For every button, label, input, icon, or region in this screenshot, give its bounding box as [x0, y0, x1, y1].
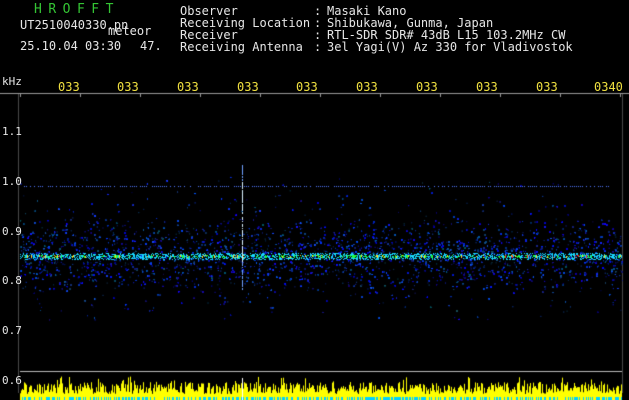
time-tick-label: 033 — [296, 80, 318, 94]
info-colon: : — [314, 40, 322, 54]
time-tick-label: 033 — [536, 80, 558, 94]
time-tick-label: 033 — [177, 80, 199, 94]
meteor-count: 47. — [140, 39, 162, 53]
time-tick-label: 0340 — [594, 80, 623, 94]
y-tick-label: 1.0 — [2, 175, 22, 188]
hrofft-window: HROFFT UT2510040330.pn meteor 25.10.04 0… — [0, 0, 629, 400]
time-tick-label: 033 — [117, 80, 139, 94]
time-tick-label: 033 — [237, 80, 259, 94]
info-label-antenna: Receiving Antenna — [180, 40, 303, 54]
y-tick-label: 0.9 — [2, 225, 22, 238]
time-tick-label: 033 — [356, 80, 378, 94]
y-axis-unit: kHz — [2, 75, 22, 88]
time-tick-label: 033 — [416, 80, 438, 94]
spectrogram-display — [0, 0, 629, 400]
time-tick-label: 033 — [476, 80, 498, 94]
y-tick-label: 1.1 — [2, 125, 22, 138]
y-tick-label: 0.6 — [2, 374, 22, 387]
mode-label: meteor — [108, 24, 152, 38]
y-tick-label: 0.7 — [2, 324, 22, 337]
info-value-antenna: 3el Yagi(V) Az 330 for Vladivostok — [327, 40, 573, 54]
app-title: HROFFT — [34, 2, 120, 17]
time-tick-label: 033 — [58, 80, 80, 94]
y-tick-label: 0.8 — [2, 274, 22, 287]
datetime-label: 25.10.04 03:30 — [20, 39, 122, 53]
